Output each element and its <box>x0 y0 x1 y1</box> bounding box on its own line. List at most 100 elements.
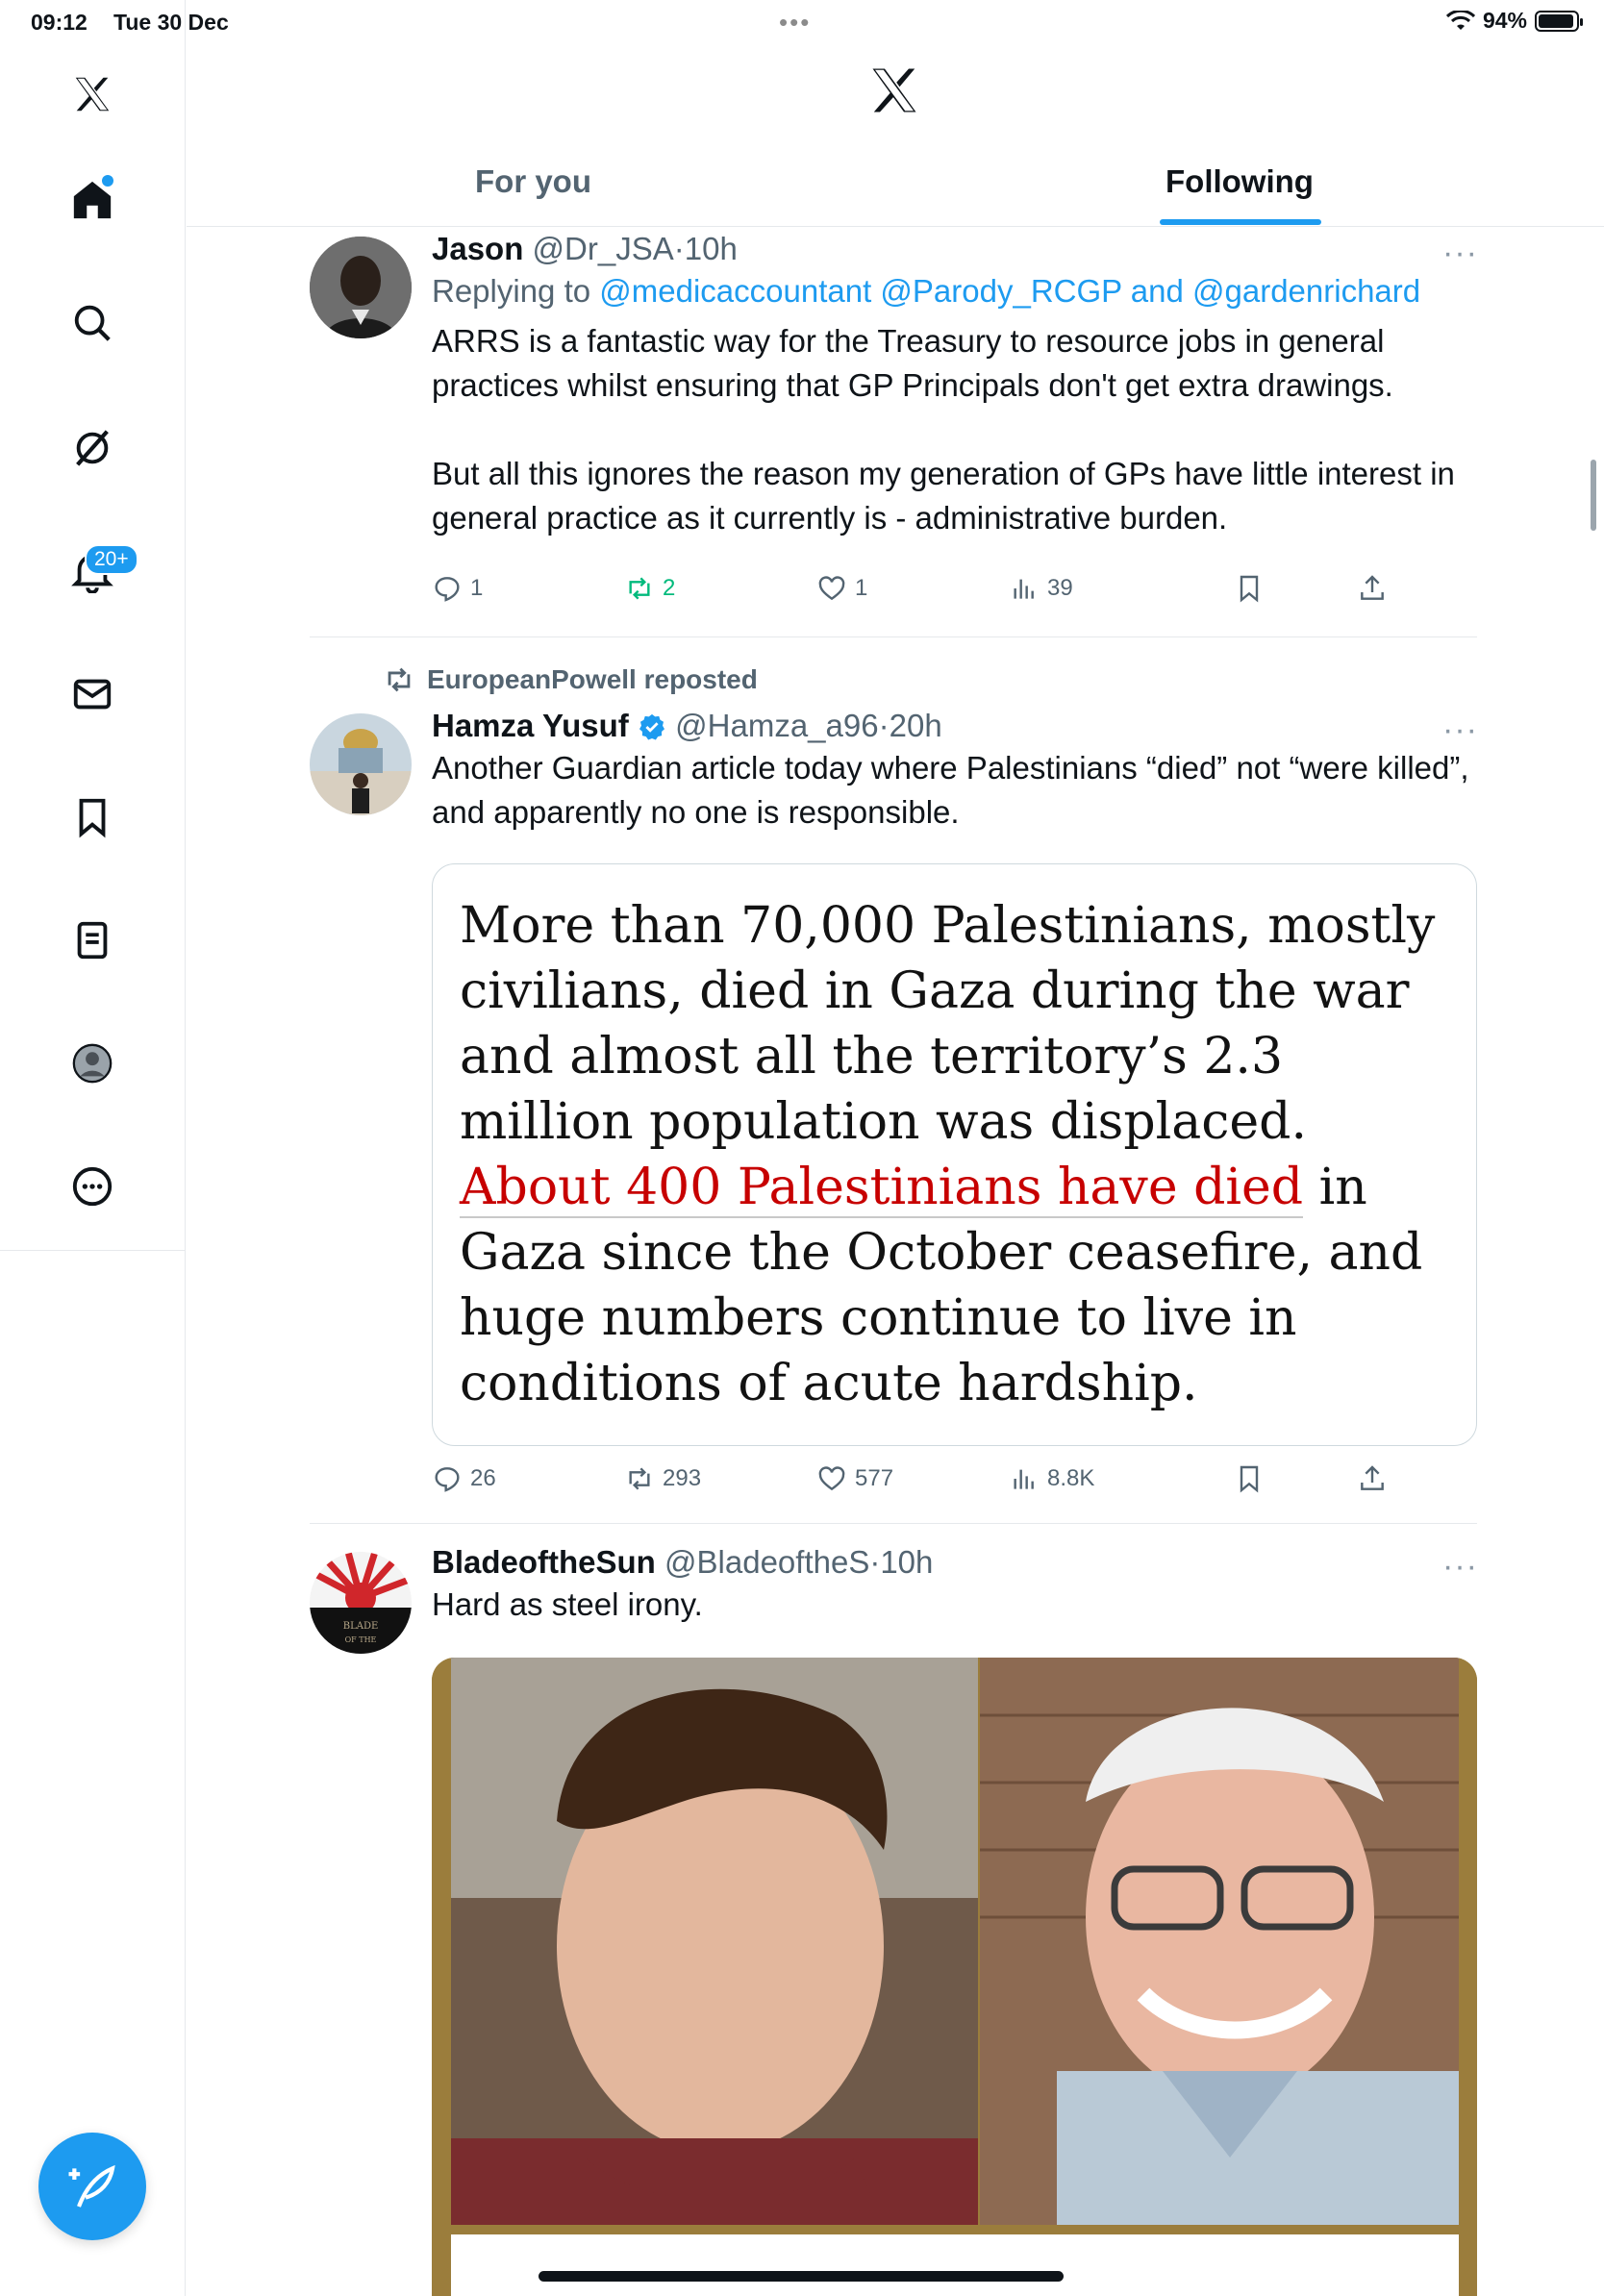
share-button[interactable] <box>1357 1463 1388 1494</box>
bookmark-button[interactable] <box>1234 1463 1265 1494</box>
verified-badge-icon <box>639 713 664 740</box>
status-bar: 09:12 Tue 30 Dec ••• 94% <box>0 0 1604 44</box>
heart-icon <box>818 576 845 601</box>
tweet-body: Jason @Dr_JSA·10h ··· Replying to @medic… <box>432 231 1478 540</box>
author-handle[interactable]: @Hamza_a96 <box>675 708 878 743</box>
multitask-dots-icon[interactable]: ••• <box>779 8 811 37</box>
header-x-logo-icon[interactable] <box>865 62 923 119</box>
quote-image-card[interactable]: More than 70,000 Palestinians, mostly ci… <box>432 863 1477 1446</box>
reply-button[interactable]: 1 <box>432 573 483 604</box>
tweet-time[interactable]: 20h <box>890 708 942 743</box>
like-count: 1 <box>855 575 868 601</box>
wifi-icon <box>1445 10 1475 30</box>
reply-button[interactable]: 26 <box>432 1463 496 1494</box>
reply-count: 26 <box>470 1465 496 1491</box>
battery-icon <box>1535 10 1583 32</box>
repost-icon <box>629 577 650 600</box>
heart-icon <box>818 1466 845 1491</box>
repost-context[interactable]: EuropeanPowell reposted <box>383 663 758 696</box>
tweet-header: BladeoftheSun @BladeoftheS·10h <box>432 1544 934 1580</box>
author-handle[interactable]: @BladeoftheS <box>664 1544 869 1580</box>
share-icon <box>1361 575 1384 600</box>
tweet-header: Jason @Dr_JSA·10h <box>432 231 738 266</box>
grok-icon[interactable] <box>58 413 127 483</box>
view-count: 8.8K <box>1047 1465 1095 1491</box>
repost-button[interactable]: 2 <box>624 573 675 604</box>
like-button[interactable]: 577 <box>816 1463 893 1494</box>
avatar[interactable]: BLADE OF THE <box>310 1552 412 1654</box>
search-icon[interactable] <box>58 288 127 358</box>
repost-icon <box>388 667 411 692</box>
battery-percent: 94% <box>1482 8 1527 33</box>
mail-icon[interactable] <box>58 660 127 729</box>
tweet-actions: 26 293 577 8.8K <box>432 1463 1393 1502</box>
tweet-body: Hamza Yusuf @Hamza_a96·20h ··· Another G… <box>432 708 1478 835</box>
more-icon[interactable] <box>58 1152 127 1221</box>
reply-icon <box>435 577 460 602</box>
tweet-jason[interactable]: Jason @Dr_JSA·10h ··· Replying to @medic… <box>310 231 1477 635</box>
sidebar: 20+ <box>0 0 186 2296</box>
avatar[interactable] <box>310 237 412 338</box>
tab-for-you[interactable]: For you <box>475 163 591 200</box>
bookmark-icon[interactable] <box>58 783 127 852</box>
x-logo-icon[interactable] <box>58 60 127 129</box>
timeline-tabs: For you Following <box>187 144 1604 227</box>
mention-link[interactable]: @medicaccountant <box>599 273 871 309</box>
bookmark-icon <box>1240 575 1259 603</box>
home-indicator[interactable] <box>539 2271 1064 2282</box>
tweet-text: But all this ignores the reason my gener… <box>432 456 1455 536</box>
tweet-time[interactable]: 10h <box>880 1544 933 1580</box>
author-name[interactable]: Jason <box>432 231 523 266</box>
bookmark-icon <box>1240 1465 1259 1493</box>
avatar-logo-text: BLADE <box>343 1621 379 1632</box>
repost-icon <box>629 1467 650 1490</box>
tweet-actions: 1 2 1 39 <box>432 573 1393 611</box>
tweet-hamza[interactable]: Hamza Yusuf @Hamza_a96·20h ··· Another G… <box>310 708 1477 1506</box>
profile-icon[interactable] <box>58 1029 127 1098</box>
compose-icon <box>68 2164 115 2208</box>
replying-to: Replying to @medicaccountant @Parody_RCG… <box>432 273 1421 309</box>
tab-following[interactable]: Following <box>1165 163 1314 200</box>
author-name[interactable]: BladeoftheSun <box>432 1544 656 1580</box>
views-icon <box>1014 579 1034 599</box>
more-options-icon[interactable]: ··· <box>1442 1548 1478 1585</box>
repost-count: 293 <box>663 1465 702 1491</box>
svg-text:OF THE: OF THE <box>345 1635 377 1644</box>
mention-link[interactable]: @gardenrichard <box>1192 273 1420 309</box>
quote-text: More than 70,000 Palestinians, mostly ci… <box>460 897 1436 1151</box>
views-button[interactable]: 8.8K <box>1009 1463 1094 1494</box>
view-count: 39 <box>1047 575 1073 601</box>
scrollbar[interactable] <box>1591 460 1596 531</box>
tweet-text: Hard as steel irony. <box>432 1586 703 1622</box>
more-options-icon[interactable]: ··· <box>1442 235 1478 272</box>
like-button[interactable]: 1 <box>816 573 867 604</box>
compose-button[interactable] <box>38 2133 146 2240</box>
author-handle[interactable]: @Dr_JSA <box>533 231 674 266</box>
notification-badge: 20+ <box>85 544 138 575</box>
tweet-time[interactable]: 10h <box>685 231 738 266</box>
author-name[interactable]: Hamza Yusuf <box>432 708 629 743</box>
bookmark-button[interactable] <box>1234 573 1265 604</box>
reply-count: 1 <box>470 575 484 601</box>
list-icon[interactable] <box>58 906 127 975</box>
repost-button[interactable]: 293 <box>624 1463 701 1494</box>
share-icon <box>1361 1465 1384 1490</box>
reposted-by: EuropeanPowell reposted <box>427 664 758 694</box>
repost-count: 2 <box>663 575 676 601</box>
like-count: 577 <box>855 1465 894 1491</box>
tweet-bladeofthesun[interactable]: BLADE OF THE BladeoftheSun @BladeoftheS·… <box>310 1544 1477 2296</box>
home-notification-dot <box>102 175 113 187</box>
views-button[interactable]: 39 <box>1009 573 1073 604</box>
mention-link[interactable]: @Parody_RCGP <box>880 273 1121 309</box>
views-icon <box>1014 1469 1034 1489</box>
avatar[interactable] <box>310 713 412 815</box>
more-options-icon[interactable]: ··· <box>1442 711 1478 749</box>
tweet-text: Another Guardian article today where Pal… <box>432 750 1469 830</box>
tweet-header: Hamza Yusuf @Hamza_a96·20h <box>432 708 942 743</box>
share-button[interactable] <box>1357 573 1388 604</box>
home-icon[interactable] <box>58 165 127 235</box>
sidebar-divider <box>0 1250 185 1251</box>
tweet-body: BladeoftheSun @BladeoftheS·10h ··· Hard … <box>432 1544 1478 1627</box>
tweet-media-image[interactable] <box>432 1658 1477 2296</box>
active-tab-indicator <box>1160 219 1321 225</box>
